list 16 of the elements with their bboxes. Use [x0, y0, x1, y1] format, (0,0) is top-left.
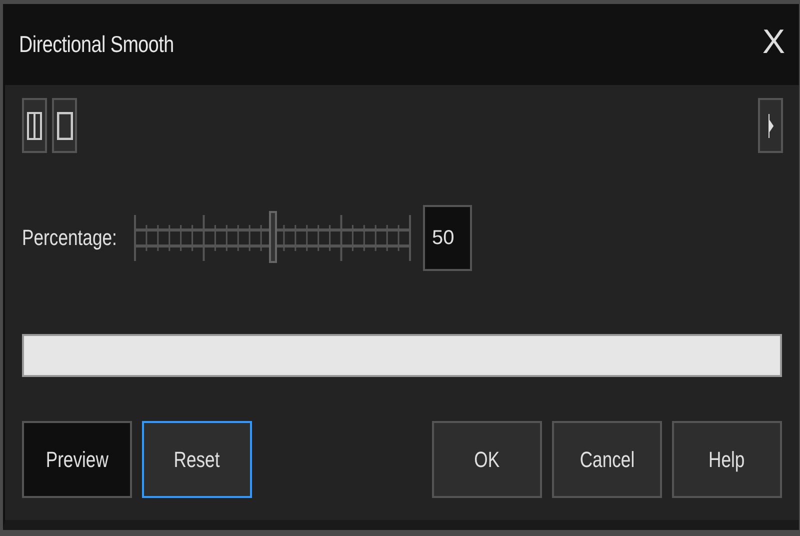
dialog-button[interactable]: OK: [432, 421, 542, 498]
view-button[interactable]: [52, 98, 77, 153]
split-view-icon: [27, 112, 42, 140]
window-title: Directional Smooth: [19, 31, 174, 58]
play-icon: [768, 114, 774, 138]
dialog-button[interactable]: Reset: [142, 421, 252, 498]
close-button[interactable]: X: [762, 24, 785, 58]
single-view-icon: [56, 112, 72, 140]
slider-track[interactable]: [134, 210, 411, 266]
dialog-button[interactable]: Preview: [22, 421, 132, 498]
percentage-input[interactable]: 50: [423, 205, 472, 271]
dialog-button[interactable]: Help: [672, 421, 782, 498]
dialog-button[interactable]: Cancel: [552, 421, 662, 498]
slider-thumb[interactable]: [268, 211, 276, 263]
expand-button[interactable]: [758, 98, 783, 153]
view-button[interactable]: [22, 98, 47, 153]
